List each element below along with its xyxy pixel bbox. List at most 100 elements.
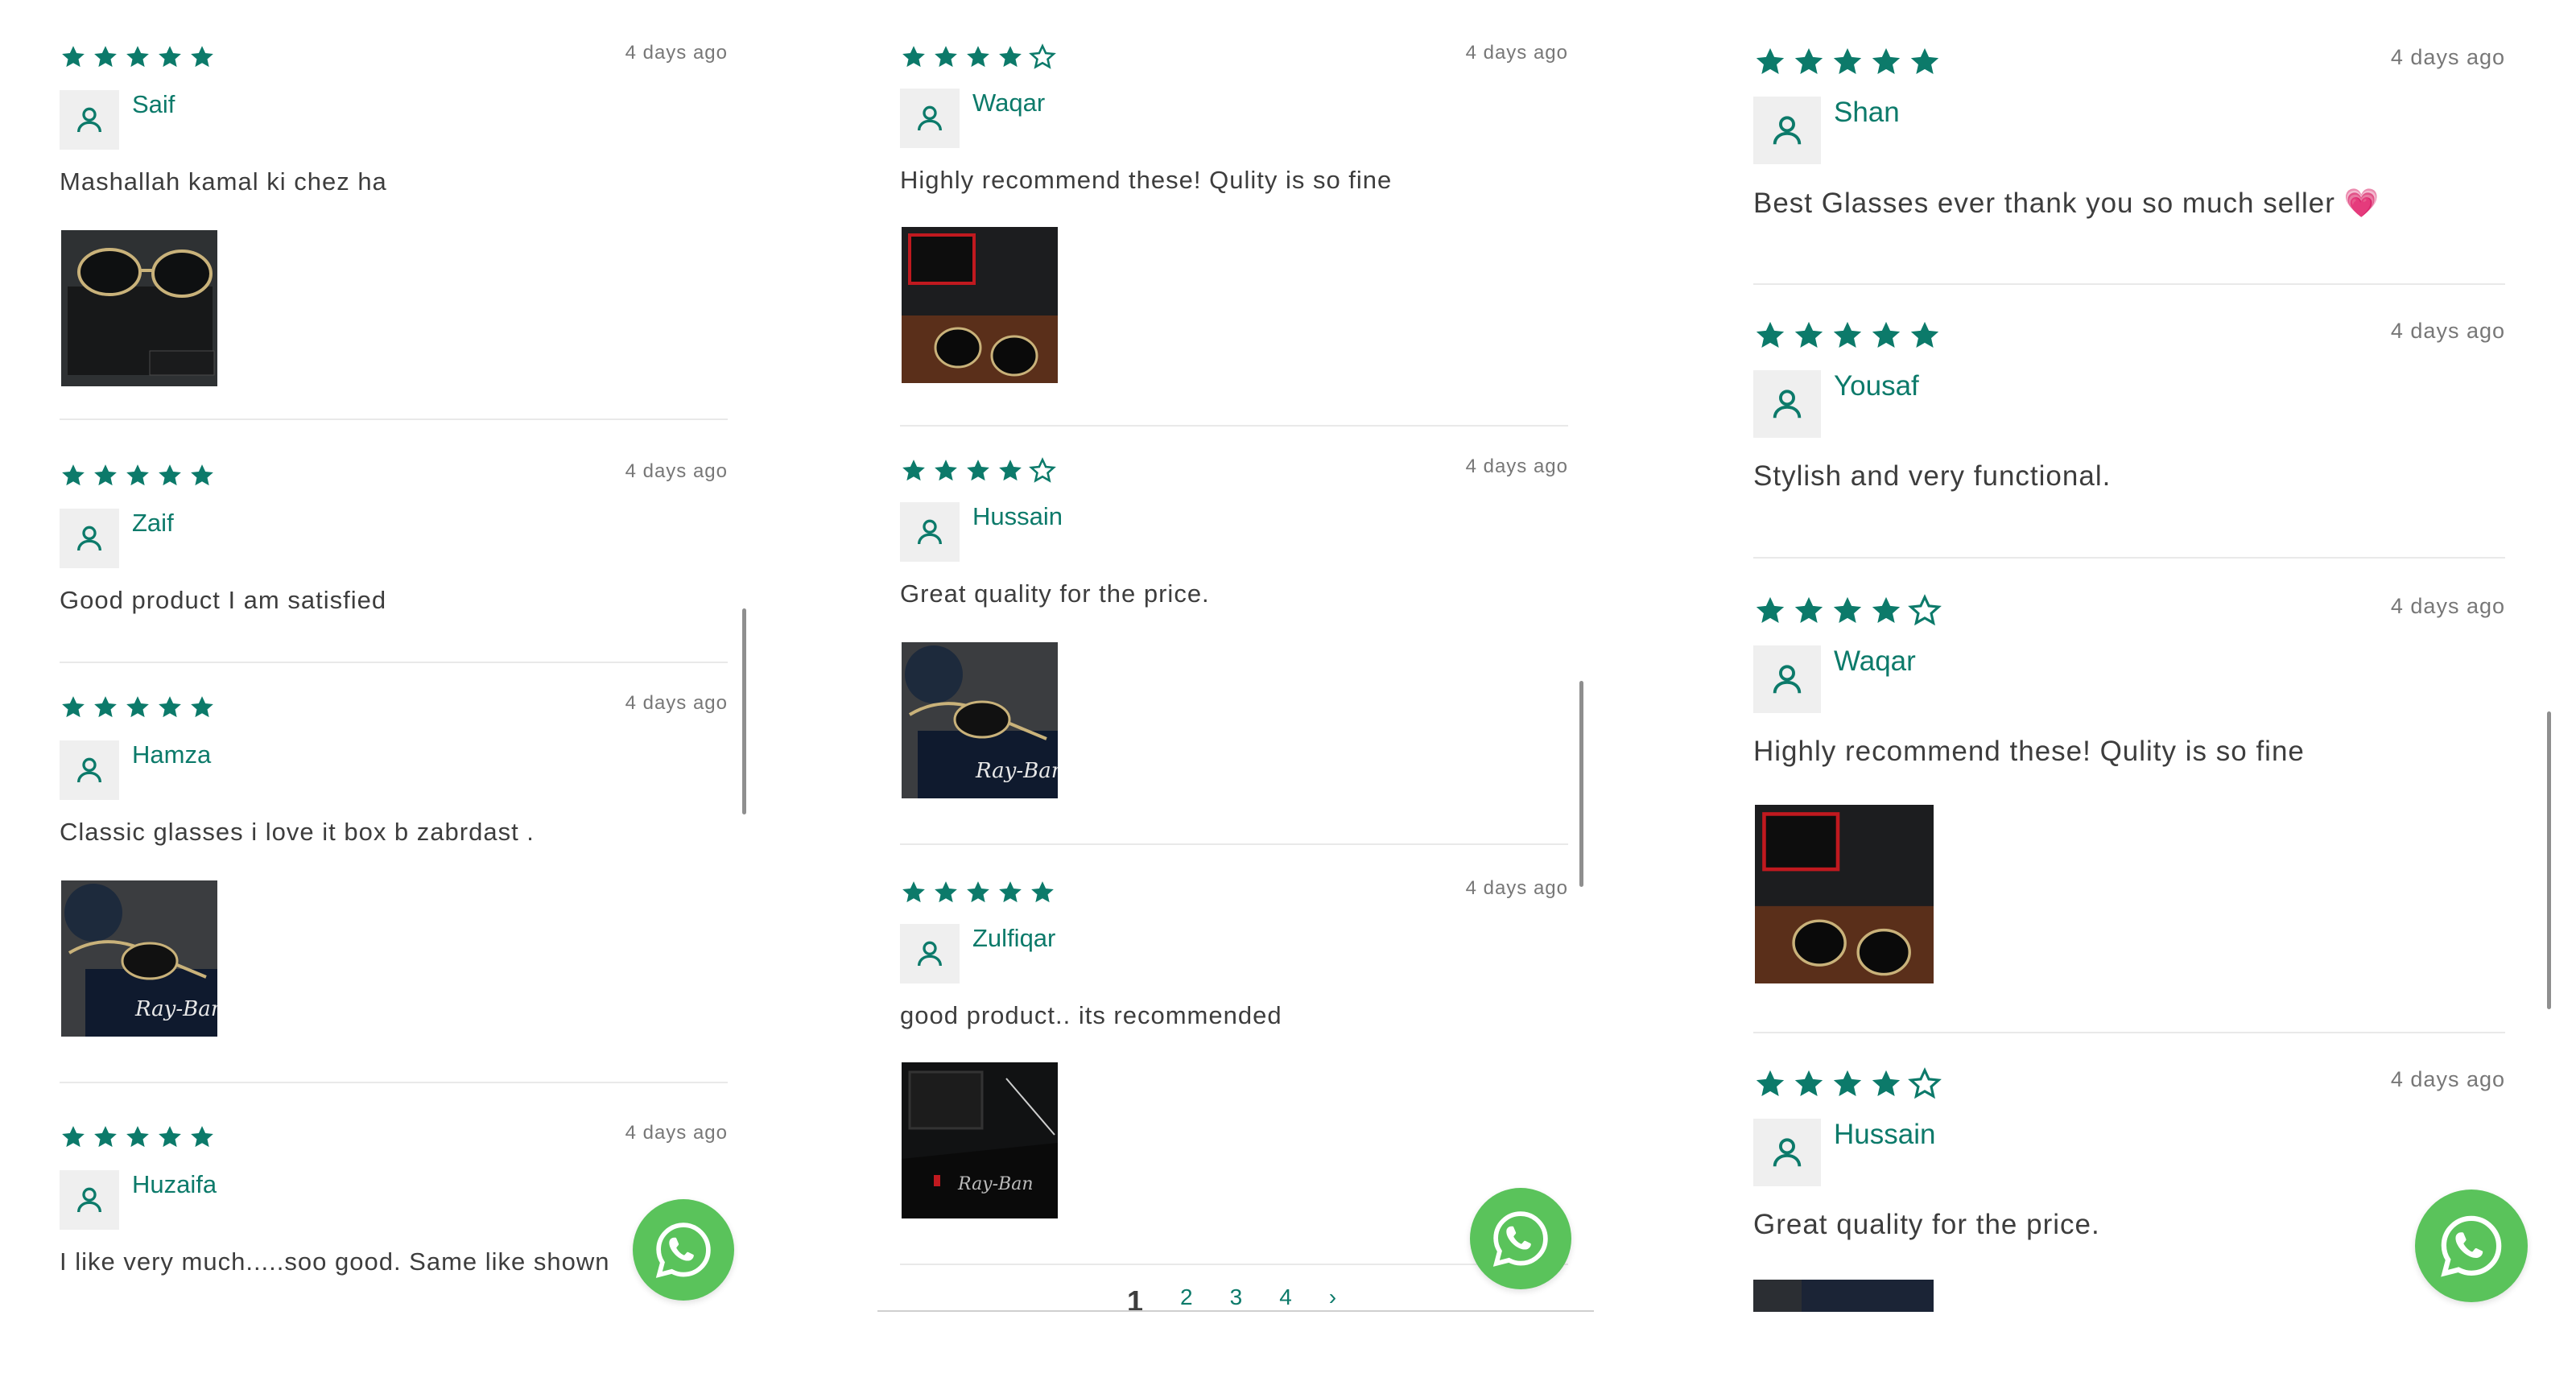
star-icon [1756, 321, 1785, 348]
rating-stars [1753, 594, 1942, 628]
rating-stars [900, 879, 1056, 906]
review-photo[interactable]: Ray-Ban [902, 642, 1058, 798]
review-date: 4 days ago [2390, 319, 2505, 343]
scrollbar-thumb[interactable] [1579, 681, 1583, 887]
review-date: 4 days ago [1465, 456, 1568, 477]
star-icon [62, 46, 85, 68]
star-icon [1833, 596, 1862, 624]
star-icon [1756, 47, 1785, 75]
review-date: 4 days ago [1465, 877, 1568, 899]
next-page-link[interactable]: › [1329, 1284, 1336, 1312]
star-icon [1908, 594, 1942, 626]
star-icon [935, 460, 957, 481]
user-icon [60, 740, 119, 800]
review-card: 4 days ago Waqar Highly recommend these!… [900, 0, 1568, 427]
user-icon [1753, 1119, 1821, 1186]
page-4-link[interactable]: 4 [1279, 1284, 1292, 1312]
reviewer-name: Waqar [972, 89, 1046, 117]
user-icon [900, 89, 960, 148]
star-icon [967, 881, 989, 903]
rating-stars [1753, 45, 1942, 79]
star-icon [902, 460, 925, 481]
review-text: Great quality for the price. [1753, 1209, 2100, 1240]
review-photo[interactable] [902, 227, 1058, 383]
rating-stars [60, 462, 216, 489]
review-date: 4 days ago [1465, 42, 1568, 64]
review-photo[interactable] [61, 230, 217, 386]
review-card: 4 days ago Saif Mashallah kamal ki chez … [60, 0, 728, 420]
user-icon [60, 509, 119, 568]
user-icon [60, 90, 119, 150]
star-icon [126, 46, 149, 68]
star-icon [1794, 596, 1823, 624]
reviews-column-middle: 4 days ago Waqar Highly recommend these!… [900, 0, 1568, 1262]
review-date: 4 days ago [625, 1122, 728, 1144]
reviewer-name: Zaif [132, 509, 174, 537]
review-text: Mashallah kamal ki chez ha [60, 167, 387, 196]
svg-text:Ray-Ban: Ray-Ban [134, 997, 217, 1021]
review-photo[interactable] [1753, 1280, 1934, 1312]
star-icon [159, 696, 181, 718]
review-card: 4 days ago Hussain Great quality for the… [1753, 1033, 2505, 1307]
page-1-link[interactable]: 1 [1127, 1284, 1143, 1312]
whatsapp-button[interactable] [633, 1199, 734, 1301]
review-card: 4 days ago Hussain Great quality for the… [900, 427, 1568, 845]
whatsapp-icon [655, 1223, 711, 1278]
user-icon [900, 924, 960, 983]
whatsapp-button[interactable] [2415, 1190, 2528, 1302]
reviewer-name: Zulfiqar [972, 924, 1056, 952]
review-photo[interactable] [1755, 805, 1934, 983]
scrollbar-thumb[interactable] [742, 608, 746, 814]
review-card: 4 days ago Waqar Highly recommend these!… [1753, 559, 2505, 1033]
star-icon [902, 881, 925, 903]
reviewer-name: Yousaf [1834, 370, 1919, 402]
star-icon [1833, 321, 1862, 348]
rating-stars [1753, 1067, 1942, 1101]
reviews-column-left: 4 days ago Saif Mashallah kamal ki chez … [60, 0, 728, 1325]
star-icon [1910, 321, 1939, 348]
review-card: 4 days ago Zaif Good product I am satisf… [60, 420, 728, 663]
star-icon [1794, 47, 1823, 75]
star-icon [191, 46, 213, 68]
star-icon [94, 464, 117, 486]
star-icon [1029, 43, 1056, 69]
scrollbar-thumb[interactable] [2547, 711, 2551, 1009]
review-photo[interactable]: Ray-Ban [61, 880, 217, 1037]
star-icon [159, 1126, 181, 1148]
divider [877, 1310, 1594, 1312]
star-icon [62, 696, 85, 718]
review-text: Best Glasses ever thank you so much sell… [1753, 188, 2380, 219]
user-icon [1753, 645, 1821, 713]
star-icon [94, 46, 117, 68]
star-icon [967, 46, 989, 68]
review-photo[interactable]: Ray-Ban [902, 1062, 1058, 1218]
review-card: 4 days ago Zulfiqar good product.. its r… [900, 845, 1568, 1262]
whatsapp-icon [1492, 1211, 1548, 1267]
star-icon [1872, 1070, 1901, 1097]
reviewer-name: Saif [132, 90, 175, 118]
reviewer-name: Waqar [1834, 645, 1916, 677]
review-text: I like very much.....soo good. Same like… [60, 1247, 610, 1276]
star-icon [1794, 321, 1823, 348]
review-text: Stylish and very functional. [1753, 460, 2112, 492]
star-icon [62, 1126, 85, 1148]
star-icon [126, 464, 149, 486]
rating-stars [60, 1124, 216, 1151]
star-icon [1872, 596, 1901, 624]
page-3-link[interactable]: 3 [1230, 1284, 1243, 1312]
star-icon [967, 460, 989, 481]
star-icon [159, 464, 181, 486]
review-text: Good product I am satisfied [60, 586, 387, 614]
star-icon [999, 460, 1022, 481]
page-2-link[interactable]: 2 [1180, 1284, 1193, 1312]
star-icon [94, 1126, 117, 1148]
star-icon [1794, 1070, 1823, 1097]
user-icon [60, 1170, 119, 1230]
star-icon [191, 464, 213, 486]
rating-stars [60, 694, 216, 721]
review-text: good product.. its recommended [900, 1001, 1282, 1029]
star-icon [191, 696, 213, 718]
review-date: 4 days ago [625, 460, 728, 482]
whatsapp-button[interactable] [1470, 1188, 1571, 1289]
review-date: 4 days ago [625, 692, 728, 714]
